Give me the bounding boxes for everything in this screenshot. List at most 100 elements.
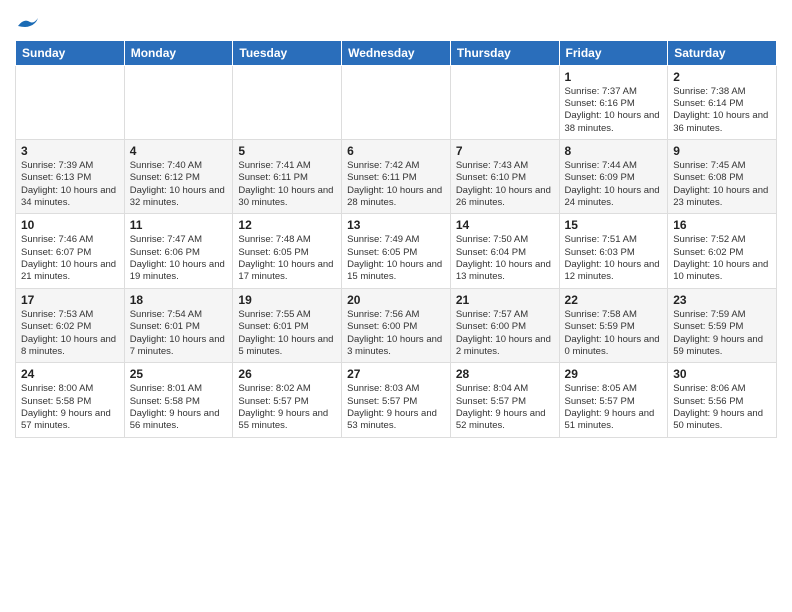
calendar-cell: 27Sunrise: 8:03 AMSunset: 5:57 PMDayligh… (342, 363, 451, 437)
day-number: 23 (673, 293, 771, 307)
calendar-cell: 2Sunrise: 7:38 AMSunset: 6:14 PMDaylight… (668, 65, 777, 139)
cell-info: Sunset: 5:59 PM (673, 321, 771, 333)
cell-info: Sunrise: 7:56 AM (347, 309, 445, 321)
calendar-week-5: 24Sunrise: 8:00 AMSunset: 5:58 PMDayligh… (16, 363, 777, 437)
cell-info: Sunrise: 8:06 AM (673, 383, 771, 395)
calendar-cell: 25Sunrise: 8:01 AMSunset: 5:58 PMDayligh… (124, 363, 233, 437)
logo-bird-icon (16, 16, 42, 34)
cell-info: Sunset: 5:58 PM (130, 396, 228, 408)
cell-info: Sunset: 6:02 PM (21, 321, 119, 333)
logo (15, 14, 42, 32)
cell-info: Sunrise: 7:59 AM (673, 309, 771, 321)
calendar-cell: 4Sunrise: 7:40 AMSunset: 6:12 PMDaylight… (124, 140, 233, 214)
cell-info: Sunrise: 7:54 AM (130, 309, 228, 321)
cell-info: Sunset: 6:08 PM (673, 172, 771, 184)
cell-info: Sunset: 6:02 PM (673, 247, 771, 259)
calendar-cell: 18Sunrise: 7:54 AMSunset: 6:01 PMDayligh… (124, 288, 233, 362)
cell-info: Sunrise: 7:53 AM (21, 309, 119, 321)
cell-info: Sunset: 5:57 PM (238, 396, 336, 408)
cell-info: Daylight: 9 hours and 50 minutes. (673, 408, 771, 433)
calendar-cell: 10 Sunrise: 7:46 AMSunset: 6:07 PMDayligh… (16, 214, 125, 288)
calendar-header-row: SundayMondayTuesdayWednesdayThursdayFrid… (16, 40, 777, 65)
day-number: 16 (673, 218, 771, 232)
cell-info: Daylight: 10 hours and 2 minutes. (456, 334, 554, 359)
calendar-cell (124, 65, 233, 139)
cell-info: Sunrise: 8:02 AM (238, 383, 336, 395)
cell-info: Sunrise: 7:44 AM (565, 160, 663, 172)
day-number: 28 (456, 367, 554, 381)
cell-info: Daylight: 10 hours and 38 minutes. (565, 110, 663, 135)
calendar-week-2: 3Sunrise: 7:39 AMSunset: 6:13 PMDaylight… (16, 140, 777, 214)
day-number: 30 (673, 367, 771, 381)
cell-info: Daylight: 10 hours and 7 minutes. (130, 334, 228, 359)
calendar-cell: 5Sunrise: 7:41 AMSunset: 6:11 PMDaylight… (233, 140, 342, 214)
cell-info: Daylight: 10 hours and 34 minutes. (21, 185, 119, 210)
cell-info: Sunset: 6:00 PM (456, 321, 554, 333)
day-number: 10 (21, 218, 119, 232)
calendar-cell (16, 65, 125, 139)
day-number: 25 (130, 367, 228, 381)
cell-info: Sunrise: 7:43 AM (456, 160, 554, 172)
calendar-cell: 12Sunrise: 7:48 AMSunset: 6:05 PMDayligh… (233, 214, 342, 288)
cell-info: Daylight: 10 hours and 21 minutes. (21, 259, 119, 284)
cell-info: Sunrise: 7:39 AM (21, 160, 119, 172)
day-number: 14 (456, 218, 554, 232)
day-number: 8 (565, 144, 663, 158)
cell-info: Sunset: 5:57 PM (565, 396, 663, 408)
cell-info: Sunrise: 7:47 AM (130, 234, 228, 246)
calendar-cell: 6Sunrise: 7:42 AMSunset: 6:11 PMDaylight… (342, 140, 451, 214)
cell-info: Daylight: 10 hours and 28 minutes. (347, 185, 445, 210)
cell-info: Sunrise: 7:42 AM (347, 160, 445, 172)
cell-info: Daylight: 10 hours and 13 minutes. (456, 259, 554, 284)
calendar-cell: 8Sunrise: 7:44 AMSunset: 6:09 PMDaylight… (559, 140, 668, 214)
col-header-sunday: Sunday (16, 40, 125, 65)
calendar-cell: 28Sunrise: 8:04 AMSunset: 5:57 PMDayligh… (450, 363, 559, 437)
cell-info: Sunrise: 8:00 AM (21, 383, 119, 395)
calendar-cell: 3Sunrise: 7:39 AMSunset: 6:13 PMDaylight… (16, 140, 125, 214)
cell-info: Daylight: 9 hours and 59 minutes. (673, 334, 771, 359)
cell-info: Sunrise: 7:52 AM (673, 234, 771, 246)
cell-info: Sunset: 6:04 PM (456, 247, 554, 259)
cell-info: Daylight: 10 hours and 23 minutes. (673, 185, 771, 210)
cell-info: Sunset: 5:59 PM (565, 321, 663, 333)
day-number: 2 (673, 70, 771, 84)
cell-info: Daylight: 10 hours and 10 minutes. (673, 259, 771, 284)
calendar-cell: 15Sunrise: 7:51 AMSunset: 6:03 PMDayligh… (559, 214, 668, 288)
cell-info: Daylight: 10 hours and 15 minutes. (347, 259, 445, 284)
cell-info: Daylight: 10 hours and 3 minutes. (347, 334, 445, 359)
cell-info: Daylight: 10 hours and 5 minutes. (238, 334, 336, 359)
day-number: 27 (347, 367, 445, 381)
calendar-cell: 1Sunrise: 7:37 AMSunset: 6:16 PMDaylight… (559, 65, 668, 139)
cell-info: Sunset: 6:01 PM (238, 321, 336, 333)
cell-info: Sunrise: 7:46 AM (21, 234, 119, 246)
col-header-wednesday: Wednesday (342, 40, 451, 65)
calendar-cell: 7Sunrise: 7:43 AMSunset: 6:10 PMDaylight… (450, 140, 559, 214)
cell-info: Sunrise: 8:03 AM (347, 383, 445, 395)
day-number: 15 (565, 218, 663, 232)
day-number: 9 (673, 144, 771, 158)
cell-info: Sunset: 6:12 PM (130, 172, 228, 184)
cell-info: Sunset: 6:11 PM (238, 172, 336, 184)
logo-text (15, 14, 42, 35)
cell-info: Daylight: 9 hours and 52 minutes. (456, 408, 554, 433)
calendar-cell: 29Sunrise: 8:05 AMSunset: 5:57 PMDayligh… (559, 363, 668, 437)
calendar-week-1: 1Sunrise: 7:37 AMSunset: 6:16 PMDaylight… (16, 65, 777, 139)
cell-info: Sunrise: 7:58 AM (565, 309, 663, 321)
cell-info: Sunset: 5:56 PM (673, 396, 771, 408)
day-number: 7 (456, 144, 554, 158)
calendar-cell (450, 65, 559, 139)
cell-info: Sunset: 6:07 PM (21, 247, 119, 259)
calendar-cell: 30 Sunrise: 8:06 AMSunset: 5:56 PMDayligh… (668, 363, 777, 437)
cell-info: Daylight: 9 hours and 53 minutes. (347, 408, 445, 433)
header (15, 10, 777, 32)
day-number: 26 (238, 367, 336, 381)
cell-info: Daylight: 10 hours and 8 minutes. (21, 334, 119, 359)
day-number: 17 (21, 293, 119, 307)
calendar-cell: 11Sunrise: 7:47 AMSunset: 6:06 PMDayligh… (124, 214, 233, 288)
cell-info: Sunrise: 7:40 AM (130, 160, 228, 172)
calendar-cell (233, 65, 342, 139)
cell-info: Daylight: 9 hours and 51 minutes. (565, 408, 663, 433)
cell-info: Sunrise: 7:41 AM (238, 160, 336, 172)
calendar-cell: 16 Sunrise: 7:52 AMSunset: 6:02 PMDayligh… (668, 214, 777, 288)
cell-info: Daylight: 10 hours and 0 minutes. (565, 334, 663, 359)
